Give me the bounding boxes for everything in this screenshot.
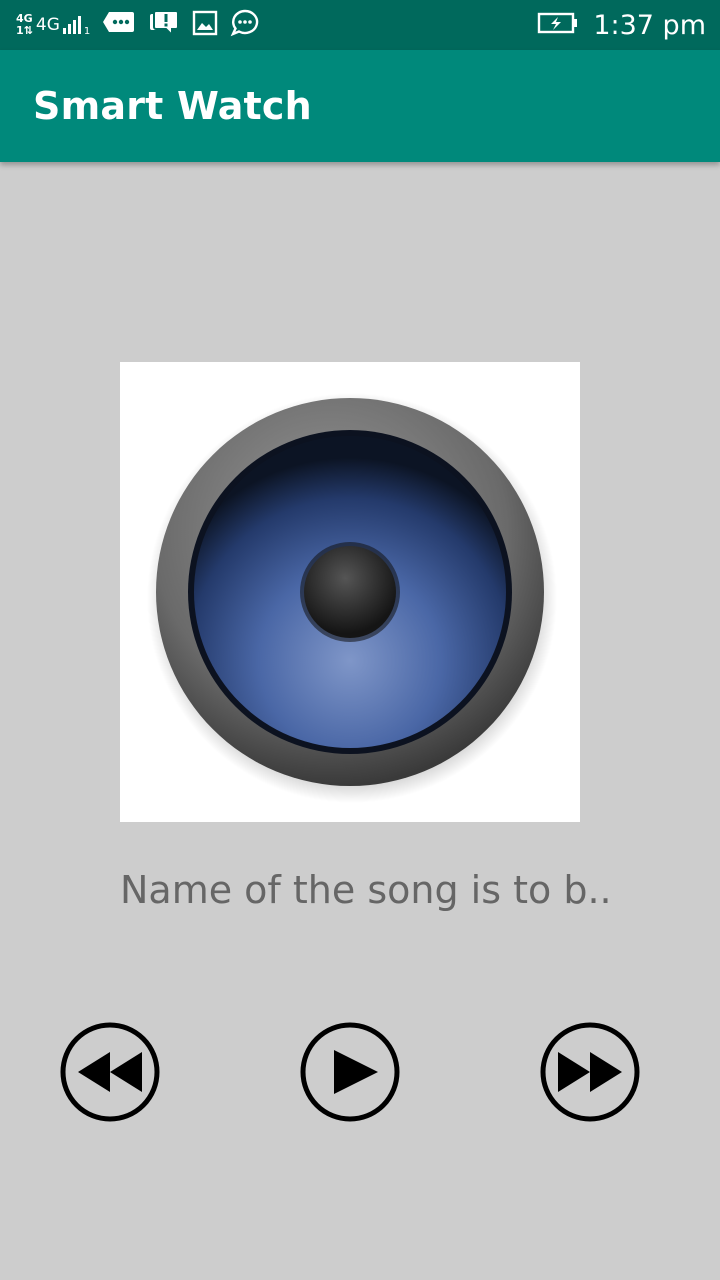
battery-charging-icon: [537, 11, 579, 40]
network-indicator: 4G 1⇅ 4G 1: [16, 13, 91, 38]
signal-icon: [62, 16, 81, 34]
status-clock: 1:37 pm: [593, 9, 706, 41]
network-type-stack: 4G 1⇅: [16, 13, 33, 37]
song-name: Name of the song is to b..: [120, 868, 612, 912]
rewind-icon: [60, 1022, 160, 1122]
fast-forward-icon: [540, 1022, 640, 1122]
play-icon: [300, 1022, 400, 1122]
play-button[interactable]: [300, 1022, 400, 1122]
data-activity: 1⇅: [16, 24, 33, 37]
status-bar: 4G 1⇅ 4G 1 1:37 pm: [0, 0, 720, 50]
rewind-button[interactable]: [60, 1022, 160, 1122]
status-right: 1:37 pm: [537, 8, 706, 42]
alert-chat-icon: [148, 8, 180, 43]
gallery-icon: [192, 10, 218, 41]
app-bar: Smart Watch: [0, 50, 720, 162]
album-art: [120, 362, 580, 822]
status-left: 4G 1⇅ 4G 1: [16, 8, 260, 42]
network-type: 4G: [35, 15, 60, 35]
message-icon: [102, 10, 136, 41]
speaker-icon: [147, 393, 557, 803]
app-title: Smart Watch: [33, 84, 312, 128]
sim-index: 1: [83, 26, 91, 37]
chat-bubble-icon: [230, 8, 260, 43]
fast-forward-button[interactable]: [540, 1022, 640, 1122]
